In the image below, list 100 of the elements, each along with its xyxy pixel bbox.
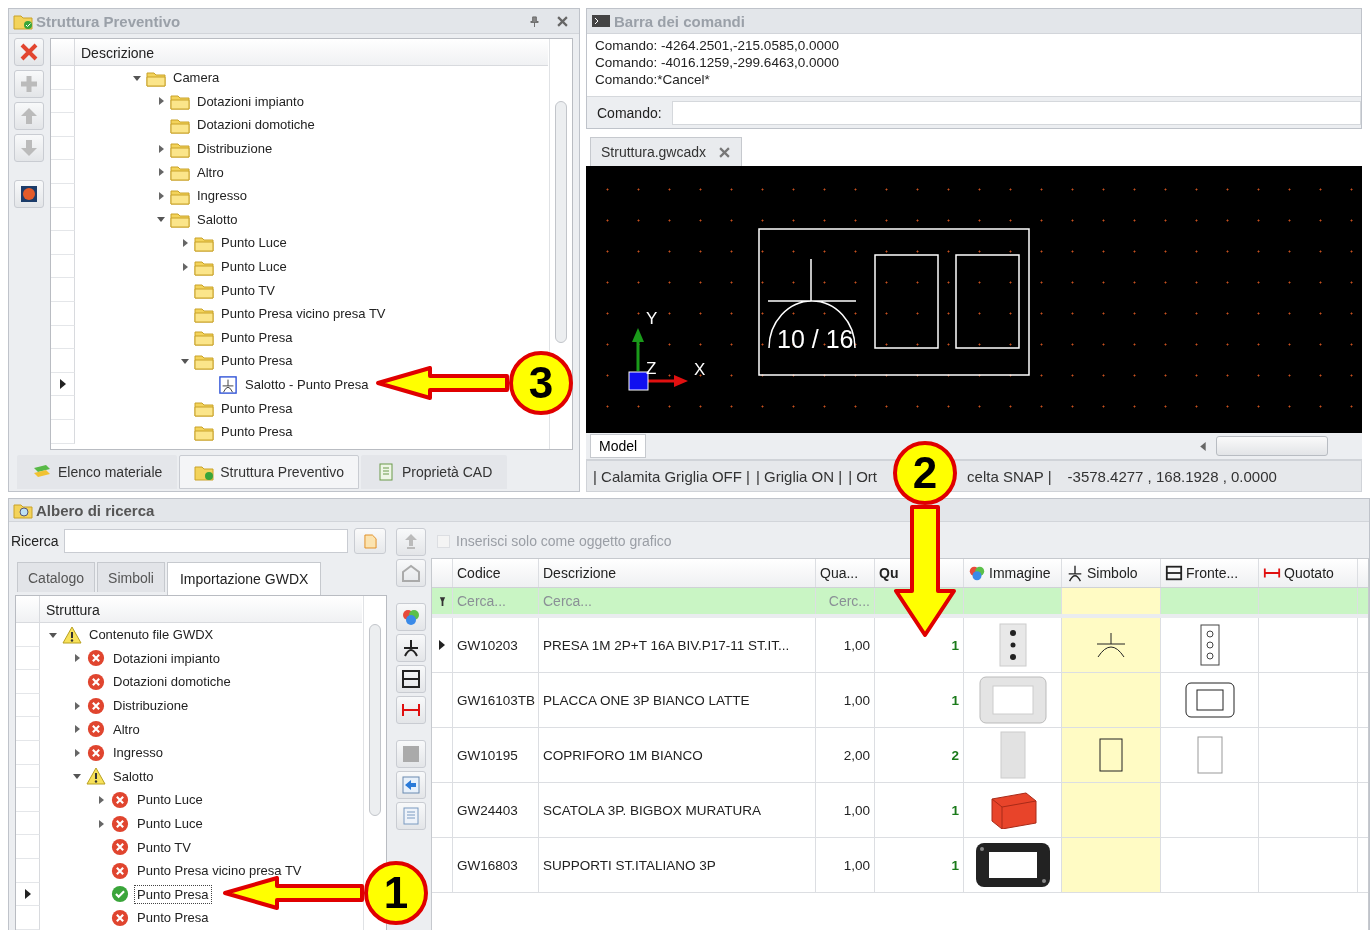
tree-item[interactable]: Altro xyxy=(110,719,143,739)
insert-button[interactable] xyxy=(396,771,426,799)
table-cell: 1,00 xyxy=(816,673,875,727)
expand-arrow-icon[interactable] xyxy=(156,167,166,178)
expand-arrow-icon[interactable] xyxy=(72,653,82,664)
expand-arrow-icon[interactable] xyxy=(72,747,82,758)
expand-arrow-icon[interactable] xyxy=(72,700,82,711)
column-header[interactable]: Simbolo xyxy=(1087,565,1138,581)
row-indicator-icon xyxy=(439,640,445,650)
tab[interactable]: Simboli xyxy=(97,562,165,592)
tree-item[interactable]: Punto TV xyxy=(134,837,194,857)
house-icon xyxy=(401,563,421,583)
filter-field[interactable]: Cerc... xyxy=(816,588,874,614)
tree-item[interactable]: Punto Presa vicino presa TV xyxy=(218,304,389,324)
column-header[interactable]: Qua... xyxy=(820,565,859,581)
symbol-button[interactable] xyxy=(396,634,426,662)
expand-arrow-icon[interactable] xyxy=(156,190,166,201)
expand-arrow-icon[interactable] xyxy=(72,724,82,735)
new-document-button[interactable] xyxy=(354,528,387,554)
move-down-button[interactable] xyxy=(14,134,44,162)
tree-item[interactable]: Ingresso xyxy=(194,186,250,206)
add-button[interactable] xyxy=(14,70,44,98)
tree-item[interactable]: Punto Presa xyxy=(218,398,296,418)
expand-arrow-icon[interactable] xyxy=(96,818,106,829)
tree-item[interactable]: Punto Luce xyxy=(134,790,206,810)
tab[interactable]: Importazione GWDX xyxy=(166,562,322,595)
tree-item[interactable]: Dotazioni impianto xyxy=(194,91,307,111)
scrollbar-thumb[interactable] xyxy=(555,101,567,343)
search-field[interactable] xyxy=(64,529,349,553)
document-tab[interactable]: Struttura.gwcadx xyxy=(590,137,743,166)
tree-item[interactable]: Camera xyxy=(170,68,223,88)
column-header[interactable]: Quotato xyxy=(1284,565,1334,581)
tree-item[interactable]: Punto Luce xyxy=(134,814,206,834)
symbol-label: 10 / 16 xyxy=(777,325,854,353)
tree-item[interactable]: Punto Presa xyxy=(134,884,212,904)
cad-canvas[interactable]: 10 / 16 Y Z X xyxy=(586,166,1362,433)
layout-tab[interactable]: Model xyxy=(590,434,647,458)
panel-tab[interactable]: Struttura Preventivo xyxy=(179,455,359,489)
tree-item[interactable]: Punto Presa xyxy=(218,351,296,371)
import-button[interactable] xyxy=(396,528,426,556)
move-up-button[interactable] xyxy=(14,102,44,130)
scrollbar-thumb[interactable] xyxy=(369,624,381,816)
tree-item[interactable]: Punto Presa xyxy=(134,908,212,928)
tree-item[interactable]: Punto TV xyxy=(218,280,278,300)
column-header[interactable]: Descrizione xyxy=(543,565,617,581)
column-header[interactable]: Struttura xyxy=(40,596,106,622)
folder-icon xyxy=(170,163,190,182)
dimension-button[interactable] xyxy=(396,696,426,724)
tree-item[interactable]: Ingresso xyxy=(110,743,166,763)
app-button[interactable] xyxy=(14,180,44,208)
expand-arrow-icon[interactable] xyxy=(180,237,190,248)
column-header[interactable]: Fronte... xyxy=(1186,565,1239,581)
front-button[interactable] xyxy=(396,665,426,693)
error-icon xyxy=(110,908,130,927)
filter-field[interactable]: Cerca... xyxy=(453,588,538,614)
tree-item[interactable]: Distribuzione xyxy=(194,139,276,159)
photo-button[interactable] xyxy=(396,740,426,768)
table-cell: 1,00 xyxy=(816,838,875,892)
status-item: | Ort xyxy=(848,467,878,485)
tree-item[interactable]: Punto Luce xyxy=(218,257,290,277)
filter-row[interactable]: Cerca... Cerca... Cerc... xyxy=(432,588,1368,618)
filter-field[interactable]: Cerca... xyxy=(539,588,815,614)
horizontal-scrollbar[interactable] xyxy=(1216,436,1328,456)
tree-item[interactable]: Punto Presa xyxy=(218,327,296,347)
tree-item[interactable]: Punto Presa xyxy=(218,422,296,442)
cover-front-drawing xyxy=(1196,736,1223,774)
row-header[interactable] xyxy=(16,882,40,907)
tree-item[interactable]: Salotto xyxy=(110,766,157,786)
pin-icon[interactable] xyxy=(529,15,540,27)
scroll-left-icon[interactable] xyxy=(1198,440,1209,452)
column-header[interactable]: Descrizione xyxy=(75,39,161,65)
tree-item[interactable]: Punto Luce xyxy=(218,233,290,253)
column-header[interactable]: Qu xyxy=(879,565,899,581)
panel-tab[interactable]: Proprietà CAD xyxy=(361,455,508,489)
tree-item[interactable]: Dotazioni domotiche xyxy=(194,115,318,135)
tree-item[interactable]: Salotto - Punto Presa xyxy=(242,375,372,394)
house-button[interactable] xyxy=(396,559,426,587)
image-button[interactable] xyxy=(396,603,426,631)
arrow-into-box-icon xyxy=(401,775,421,795)
tree-item[interactable]: Dotazioni domotiche xyxy=(110,672,234,692)
column-header[interactable]: Immagine xyxy=(989,565,1051,581)
tree-item[interactable]: Dotazioni impianto xyxy=(110,648,223,668)
tree-item[interactable]: Punto Presa vicino presa TV xyxy=(134,861,305,881)
command-input[interactable] xyxy=(671,100,1361,125)
row-header[interactable] xyxy=(51,372,75,397)
list-button[interactable] xyxy=(396,802,426,830)
delete-button[interactable] xyxy=(14,38,44,66)
expand-arrow-icon[interactable] xyxy=(156,143,166,154)
close-icon[interactable] xyxy=(719,146,731,158)
column-header[interactable]: Codice xyxy=(457,565,501,581)
close-icon[interactable] xyxy=(557,15,568,27)
tab[interactable]: Catalogo xyxy=(17,562,96,592)
panel-tab[interactable]: Elenco materiale xyxy=(17,455,178,489)
tree-item[interactable]: Contenuto file GWDX xyxy=(86,625,217,645)
expand-arrow-icon[interactable] xyxy=(96,794,106,805)
tree-item[interactable]: Salotto xyxy=(194,209,241,229)
tree-item[interactable]: Distribuzione xyxy=(110,696,192,716)
expand-arrow-icon[interactable] xyxy=(180,261,190,272)
expand-arrow-icon[interactable] xyxy=(156,96,166,107)
tree-item[interactable]: Altro xyxy=(194,162,227,182)
